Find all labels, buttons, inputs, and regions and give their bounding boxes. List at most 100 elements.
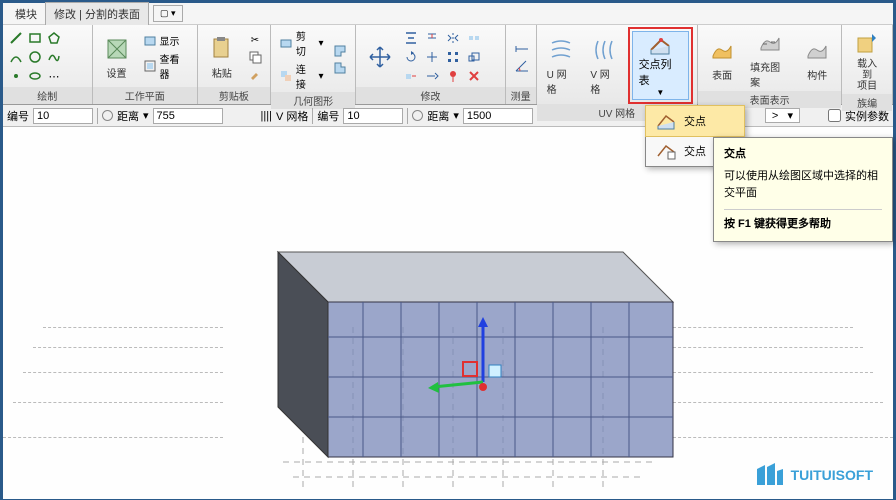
ugrid-button[interactable]: U 网格 [541,34,583,98]
angle-icon [514,59,528,73]
delete-icon[interactable] [465,67,483,85]
ellipse-icon[interactable] [26,67,44,85]
menu-item-2-label: 交点 [684,143,706,159]
scale-icon[interactable] [465,48,483,66]
connect-button[interactable]: 连接 ▾ [275,60,328,92]
val1500-input[interactable] [463,108,533,124]
watermark-text: TUITUISOFT [791,467,873,483]
geom-icon-1[interactable] [329,43,351,59]
menu-item-intersect-1[interactable]: 交点 [645,105,745,137]
tab-bar: 模块 修改 | 分割的表面 ▢ ▾ [3,3,893,25]
copy-icon [248,50,262,64]
settings-icon [103,35,131,63]
panel-workplane: 设置 显示 查看器 工作平面 [93,25,198,104]
copy-modify-icon[interactable] [402,67,420,85]
extend-icon[interactable] [423,67,441,85]
copy-small-button[interactable] [244,49,266,65]
line-icon[interactable] [7,29,25,47]
panel-family: 载入到 项目 族编 [842,25,893,104]
panel-surfacerep: 表面 填充图案 构件 表面表示 [698,25,842,104]
intersect-list-label: 交点列表 [639,56,683,88]
show-icon [143,34,157,48]
settings-button[interactable]: 设置 [97,33,137,82]
surface-button[interactable]: 表面 [702,35,742,84]
dist2-dropdown[interactable]: ▾ [453,109,459,122]
component-icon [803,37,831,65]
panel-draw: ⋯ 绘制 [3,25,93,104]
move-button[interactable] [360,41,400,73]
more-icon[interactable]: ⋯ [45,67,63,85]
surface-label: 表面 [712,67,732,82]
rotate-icon[interactable] [402,48,420,66]
tab-overflow[interactable]: ▢ ▾ [153,5,183,22]
watermark-logo-icon [753,461,785,489]
intersect-list-button[interactable]: 交点列表 ▼ [632,31,690,100]
notch2-icon [333,61,347,75]
panel-clipboard-title: 剪贴板 [198,87,270,104]
vgrid-label: V 网格 [590,66,619,96]
split-icon[interactable] [465,29,483,47]
vgrid-icon [591,36,619,64]
settings-label: 设置 [107,65,127,80]
instance-checkbox[interactable] [828,109,841,122]
cut-geom-button[interactable]: 剪切 ▾ [275,27,328,59]
measure-angle-button[interactable] [510,58,532,74]
pin-icon[interactable] [444,67,462,85]
paste-icon [208,35,236,63]
tab-modify-divided-surface[interactable]: 修改 | 分割的表面 [45,2,149,25]
panel-workplane-title: 工作平面 [93,87,197,104]
show-button[interactable]: 显示 [139,32,193,49]
rect-icon[interactable] [26,29,44,47]
dist2-radio[interactable] [412,110,423,121]
cut-small-button[interactable]: ✂ [244,32,266,48]
align-icon[interactable] [402,29,420,47]
viewer-button[interactable]: 查看器 [139,50,193,82]
panel-draw-title: 绘制 [3,87,92,104]
dropdown-arrow-icon: ▼ [656,88,664,97]
point-icon[interactable] [7,67,25,85]
tooltip-help: 按 F1 键获得更多帮助 [724,216,882,234]
intersect-menu-icon-1 [656,112,676,130]
circle-icon[interactable] [26,48,44,66]
array-icon[interactable] [444,48,462,66]
show-label: 显示 [160,33,180,48]
brush-icon [248,67,262,81]
spline-icon[interactable] [45,48,63,66]
trim-icon[interactable] [423,48,441,66]
panel-uvgrid: U 网格 V 网格 交点列表 ▼ UV 网格 [537,25,699,104]
component-button[interactable]: 构件 [797,35,837,84]
viewer-label: 查看器 [160,51,189,81]
fillpattern-button[interactable]: 填充图案 [744,27,795,91]
mirror-icon[interactable] [444,29,462,47]
connect-label: 连接 [296,61,316,91]
loadinto-button[interactable]: 载入到 项目 [846,27,888,94]
cut-geom-label: 剪切 [296,28,316,58]
measure-dist-button[interactable] [510,41,532,57]
surface-icon [708,37,736,65]
gt-dropdown[interactable]: > ▾ [765,108,800,123]
loadinto-label: 载入到 项目 [852,59,882,92]
polygon-icon[interactable] [45,29,63,47]
num1-input[interactable] [33,108,93,124]
dist1-dropdown[interactable]: ▾ [143,109,149,122]
geom-icon-2[interactable] [329,60,351,76]
vgrid-button[interactable]: V 网格 [584,34,625,98]
val755-input[interactable] [153,108,223,124]
num2-input[interactable] [343,108,403,124]
match-small-button[interactable] [244,66,266,82]
arc-icon[interactable] [7,48,25,66]
watermark: TUITUISOFT [753,461,873,489]
offset-icon[interactable] [423,29,441,47]
ugrid-label: U 网格 [547,66,577,96]
panel-modify-title: 修改 [356,87,504,104]
highlight-box: 交点列表 ▼ [628,27,694,104]
options-label-num2: 编号 [317,108,339,124]
modify-tools-grid [402,29,485,85]
viewer-icon [143,59,157,73]
tab-modules[interactable]: 模块 [7,3,45,25]
dist1-radio[interactable] [102,110,113,121]
paste-button[interactable]: 粘贴 [202,33,242,82]
scissors-icon: ✂ [248,33,262,47]
panel-clipboard: 粘贴 ✂ 剪贴板 [198,25,271,104]
ugrid-icon [547,36,575,64]
